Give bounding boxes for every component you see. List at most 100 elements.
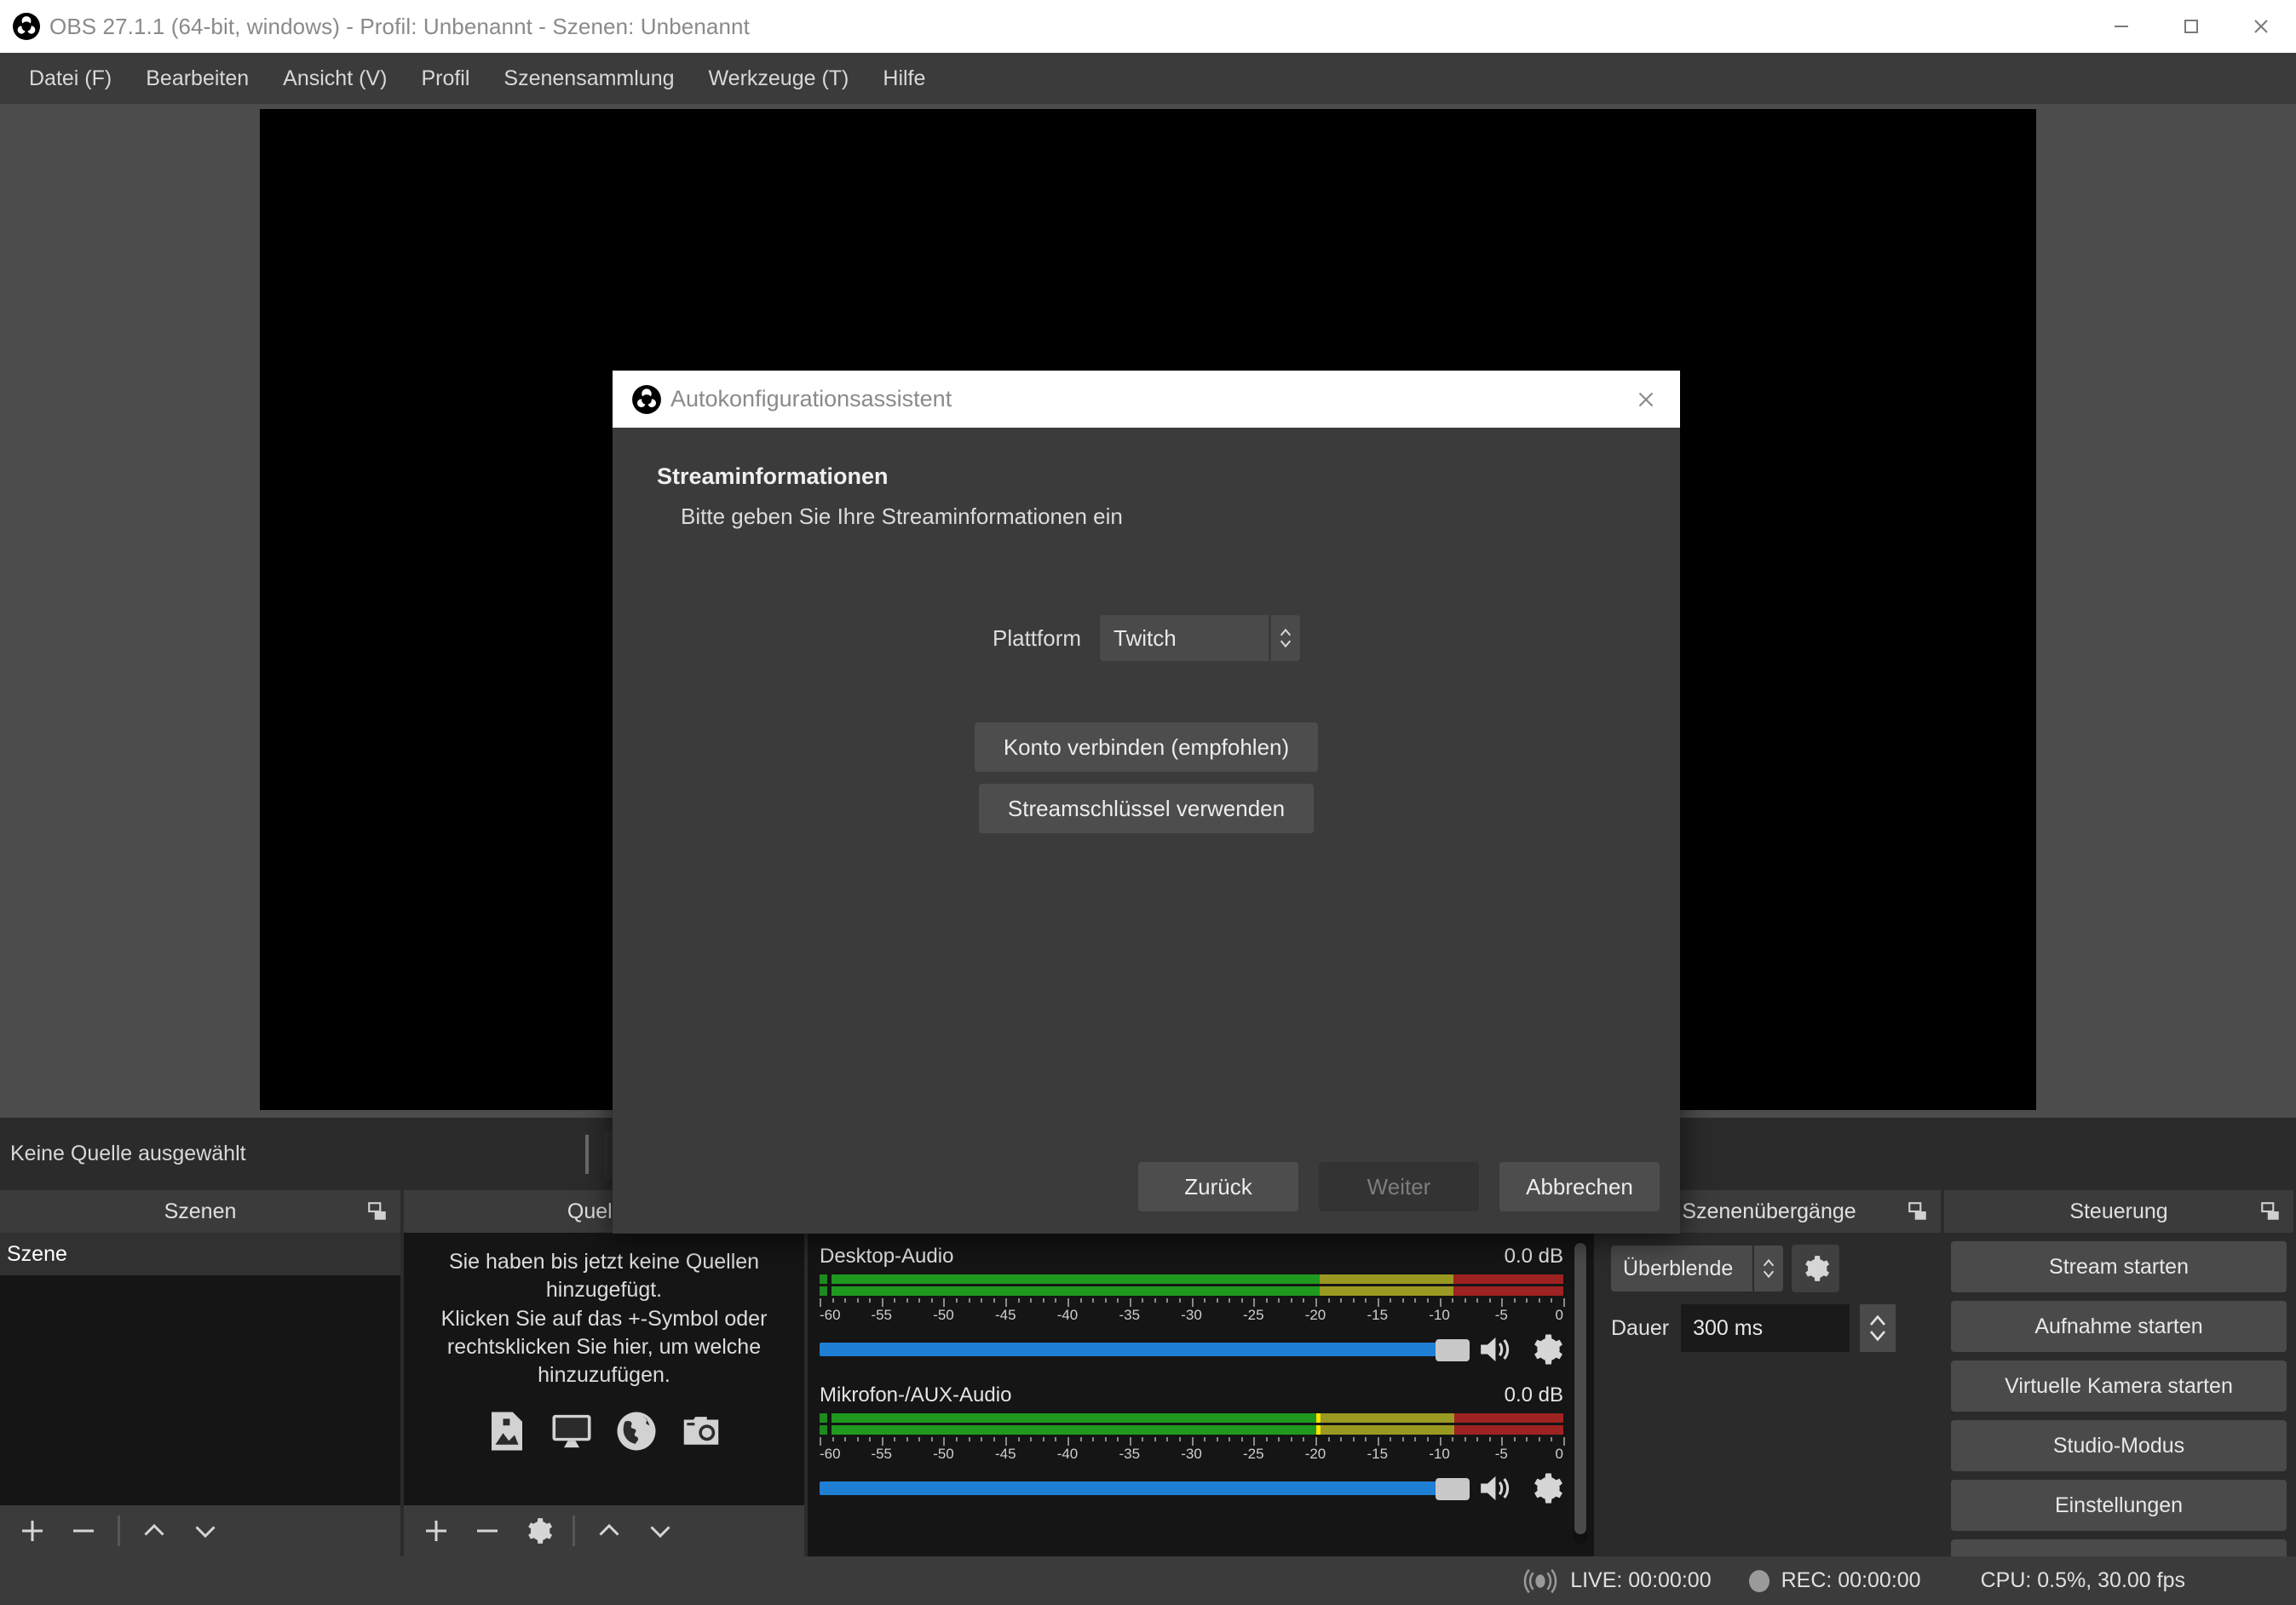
meter-yellow-segment (1321, 1425, 1454, 1435)
platform-select[interactable]: Twitch (1100, 615, 1269, 661)
start-streaming-button[interactable]: Stream starten (1951, 1241, 2287, 1292)
meter-scale: -60 -55 -50 -45 -40 -35 -30 -25 -20 -15 -10 -5 0 (820, 1298, 1565, 1327)
meter-tick (1365, 1437, 1367, 1441)
close-icon[interactable] (1612, 371, 1680, 428)
menu-item-werkzeuge[interactable]: Werkzeuge (T) (692, 61, 866, 96)
exit-button[interactable]: Beenden (1951, 1539, 2287, 1556)
chevron-up-icon[interactable] (130, 1509, 178, 1553)
gear-icon[interactable] (1529, 1471, 1563, 1505)
studio-mode-button[interactable]: Studio-Modus (1951, 1420, 2287, 1471)
transition-select-spinner[interactable] (1754, 1245, 1783, 1291)
meter-tick (832, 1437, 834, 1441)
menu-item-bearbeiten[interactable]: Bearbeiten (129, 61, 266, 96)
meter-tick (1178, 1298, 1181, 1303)
minus-icon[interactable] (463, 1509, 511, 1553)
meter-green-segment (832, 1425, 1317, 1435)
start-recording-button[interactable]: Aufnahme starten (1951, 1301, 2287, 1352)
broadcast-icon (1522, 1567, 1558, 1596)
speaker-icon[interactable] (1478, 1471, 1516, 1505)
duration-input[interactable]: 300 ms (1681, 1304, 1850, 1352)
menu-item-szenensammlung[interactable]: Szenensammlung (486, 61, 691, 96)
volume-slider-handle[interactable] (1436, 1339, 1470, 1361)
sources-empty-state: Sie haben bis jetzt keine Quellen hinzug… (404, 1233, 804, 1454)
meter-tick (930, 1298, 933, 1303)
maximize-icon[interactable] (2156, 0, 2226, 53)
meter-tick (1191, 1298, 1194, 1307)
meter-tick (1290, 1437, 1292, 1441)
detach-icon[interactable] (1907, 1200, 1929, 1222)
mixer-track-name: Mikrofon-/AUX-Audio (820, 1384, 1012, 1407)
meter-tick (1563, 1298, 1565, 1307)
cancel-button[interactable]: Abbrechen (1499, 1162, 1660, 1211)
use-stream-key-button[interactable]: Streamschlüssel verwenden (978, 784, 1315, 833)
vertical-scrollbar[interactable] (1574, 1241, 1587, 1545)
plus-icon[interactable] (412, 1509, 460, 1553)
close-icon[interactable] (2226, 0, 2296, 53)
meter-tick (1426, 1437, 1429, 1441)
menu-item-profil[interactable]: Profil (404, 61, 486, 96)
minus-icon[interactable] (60, 1509, 107, 1553)
speaker-icon[interactable] (1478, 1332, 1516, 1366)
meter-tick (1414, 1437, 1417, 1441)
transition-properties-button[interactable] (1792, 1245, 1839, 1292)
meter-tick-label: -15 (1367, 1307, 1389, 1323)
dialog-body: Streaminformationen Bitte geben Sie Ihre… (613, 428, 1680, 1140)
meter-tick (1055, 1437, 1057, 1441)
chevron-down-icon[interactable] (636, 1509, 684, 1553)
menu-item-ansicht[interactable]: Ansicht (V) (266, 61, 404, 96)
scene-name: Szene (7, 1241, 67, 1266)
meter-tick-label: -45 (994, 1446, 1016, 1462)
back-button[interactable]: Zurück (1138, 1162, 1298, 1211)
detach-icon[interactable] (366, 1200, 388, 1222)
use-stream-key-label: Streamschlüssel verwenden (1007, 795, 1286, 821)
transition-duration-row: Dauer 300 ms (1611, 1304, 1927, 1352)
meter-tick-label: -25 (1242, 1446, 1264, 1462)
gear-icon[interactable] (1529, 1332, 1563, 1366)
scrollbar-thumb[interactable] (1574, 1243, 1586, 1534)
start-virtual-camera-button[interactable]: Virtuelle Kamera starten (1951, 1361, 2287, 1412)
detach-icon[interactable] (2259, 1200, 2282, 1222)
toolbar-divider (584, 1134, 589, 1174)
meter-tick (1501, 1298, 1504, 1307)
menu-item-hilfe[interactable]: Hilfe (866, 61, 942, 96)
meter-tick (1253, 1298, 1256, 1307)
meter-red-segment (1453, 1413, 1563, 1423)
list-item[interactable]: Szene (0, 1233, 400, 1275)
connect-account-button[interactable]: Konto verbinden (empfohlen) (974, 722, 1319, 772)
meter-tick (943, 1298, 946, 1307)
volume-slider-handle[interactable] (1436, 1478, 1470, 1500)
window-titlebar: OBS 27.1.1 (64-bit, windows) - Profil: U… (0, 0, 2296, 53)
meter-tick (1439, 1437, 1441, 1446)
dock-controls: Steuerung Stream starten Aufnahme starte… (1944, 1190, 2293, 1556)
meter-tick-label: -25 (1242, 1307, 1264, 1323)
settings-button[interactable]: Einstellungen (1951, 1480, 2287, 1531)
meter-tick (993, 1298, 995, 1303)
dialog-action-buttons: Konto verbinden (empfohlen) Streamschlüs… (613, 722, 1680, 833)
volume-slider-track (820, 1343, 1464, 1356)
chevron-down-icon[interactable] (181, 1509, 229, 1553)
record-timer: REC: 00:00:00 (1781, 1568, 1921, 1592)
meter-tick-label: -20 (1304, 1307, 1326, 1323)
scenes-list[interactable]: Szene (0, 1233, 400, 1505)
meter-tick (1129, 1298, 1131, 1307)
sources-list[interactable]: Sie haben bis jetzt keine Quellen hinzug… (404, 1233, 804, 1505)
meter-tick (1290, 1298, 1292, 1303)
minimize-icon[interactable] (2086, 0, 2156, 53)
chevron-up-icon[interactable] (585, 1509, 633, 1553)
plus-icon[interactable] (9, 1509, 56, 1553)
volume-slider[interactable] (820, 1337, 1470, 1362)
sources-empty-line-2: Klicken Sie auf das +-Symbol oder rechts… (440, 1306, 768, 1388)
transition-select[interactable]: Überblende (1611, 1245, 1752, 1291)
volume-slider[interactable] (820, 1476, 1470, 1501)
meter-tick (906, 1298, 908, 1303)
meter-red-segment (1453, 1286, 1563, 1296)
duration-spinner[interactable] (1860, 1304, 1896, 1352)
meter-tick (943, 1437, 946, 1446)
transitions-body: Überblende Dauer 300 ms (1597, 1233, 1941, 1556)
menu-item-datei[interactable]: Datei (F) (12, 61, 129, 96)
gear-icon[interactable] (515, 1509, 562, 1553)
meter-tick (1055, 1298, 1057, 1303)
dialog-footer: Zurück Weiter Abbrechen (613, 1140, 1680, 1234)
platform-select-spinner[interactable] (1271, 615, 1301, 661)
mixer-meter: -60 -55 -50 -45 -40 -35 -30 -25 -20 -15 -10 -5 0 (820, 1413, 1565, 1466)
